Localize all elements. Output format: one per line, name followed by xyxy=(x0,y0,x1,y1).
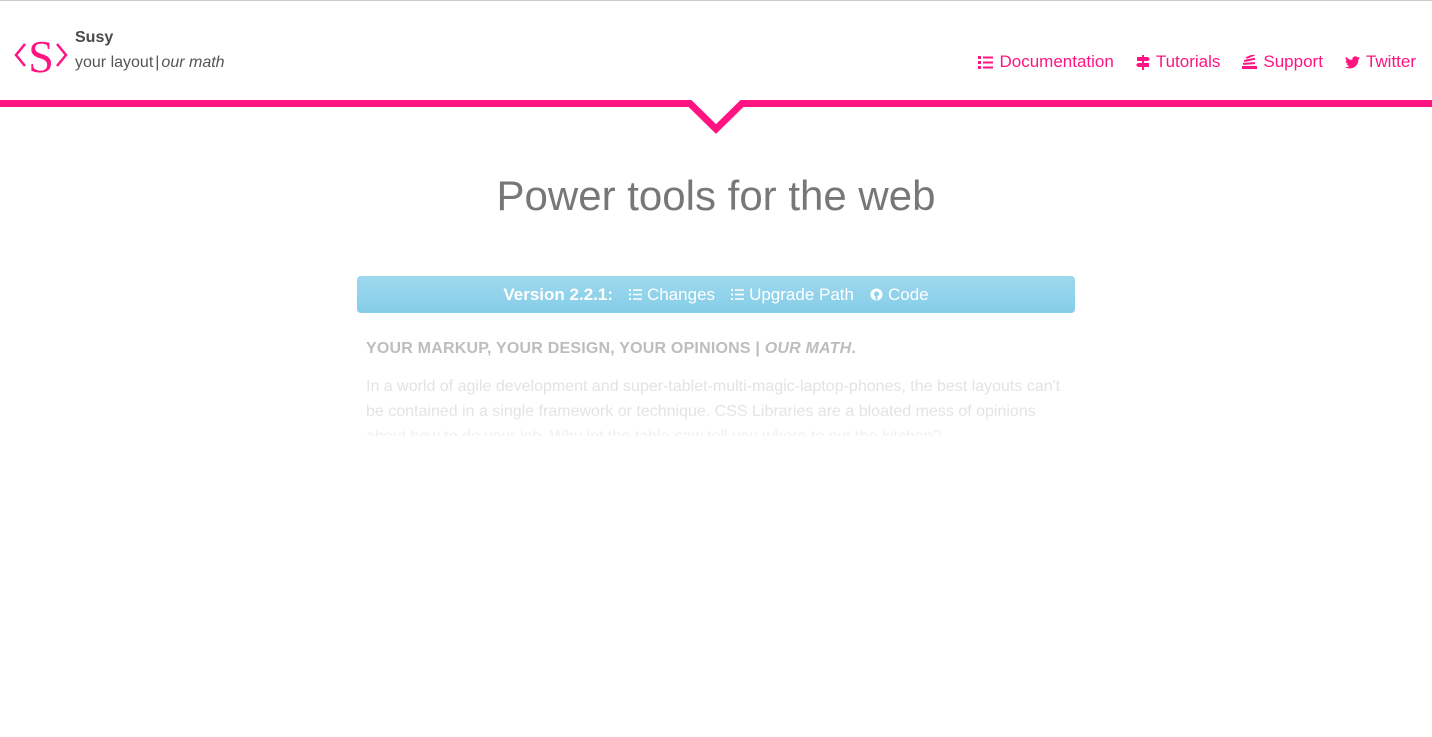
version-bar: Version 2.2.1: Changes Upgrade Path Code xyxy=(357,276,1075,313)
main-nav: Documentation Tutorials Support Twitter xyxy=(978,52,1416,72)
susy-logo-icon[interactable]: S xyxy=(13,30,69,80)
nav-twitter[interactable]: Twitter xyxy=(1344,52,1416,72)
tagline-emphasis: our math xyxy=(161,54,225,71)
page-title: Power tools for the web xyxy=(496,172,936,219)
upgrade-path-link[interactable]: Upgrade Path xyxy=(731,285,854,305)
nav-tutorials[interactable]: Tutorials xyxy=(1135,52,1221,72)
changes-label: Changes xyxy=(647,284,716,304)
upgrade-path-label: Upgrade Path xyxy=(749,284,854,304)
logo-letter: S xyxy=(28,31,54,80)
top-border xyxy=(0,0,1432,1)
nav-tutorials-label: Tutorials xyxy=(1155,52,1221,71)
site-name[interactable]: Susy xyxy=(75,28,225,48)
content-fade xyxy=(357,410,1077,460)
tagline-main: your layout xyxy=(75,54,154,71)
github-icon xyxy=(870,288,883,301)
nav-documentation-label: Documentation xyxy=(999,52,1114,71)
intro-heading-end: . xyxy=(851,340,857,357)
intro-heading-main: YOUR MARKUP, YOUR DESIGN, YOUR OPINIONS … xyxy=(366,340,765,357)
site-tagline: your layout | our math xyxy=(75,53,225,73)
nav-twitter-label: Twitter xyxy=(1365,52,1416,71)
stack-icon xyxy=(1242,54,1258,69)
nav-support-label: Support xyxy=(1263,52,1323,71)
changes-link[interactable]: Changes xyxy=(629,285,715,305)
nav-documentation[interactable]: Documentation xyxy=(978,52,1114,72)
tagline-separator: | xyxy=(155,54,160,71)
brand: Susy your layout | our math xyxy=(75,28,225,73)
version-label: Version 2.2.1: xyxy=(503,284,613,304)
code-label: Code xyxy=(887,284,929,304)
signpost-icon xyxy=(1135,54,1150,70)
intro-heading: YOUR MARKUP, YOUR DESIGN, YOUR OPINIONS … xyxy=(366,340,1066,358)
list-icon xyxy=(978,55,994,69)
header-divider xyxy=(0,100,1432,134)
twitter-icon xyxy=(1344,55,1360,68)
list-icon xyxy=(731,289,745,300)
code-link[interactable]: Code xyxy=(870,285,929,305)
intro-heading-emphasis: OUR MATH xyxy=(764,340,852,357)
nav-support[interactable]: Support xyxy=(1242,52,1323,72)
list-icon xyxy=(629,289,642,300)
